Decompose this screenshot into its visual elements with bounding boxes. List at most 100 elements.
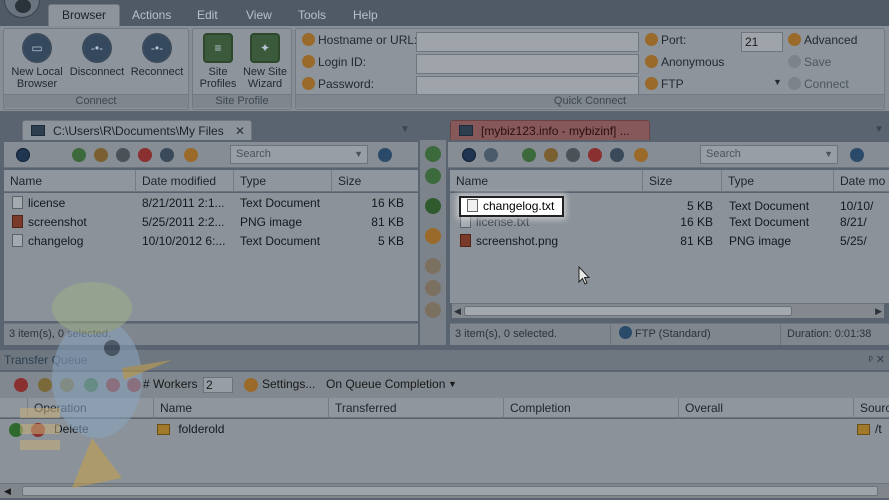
tab-actions[interactable]: Actions (124, 6, 179, 26)
refresh-icon[interactable] (522, 148, 536, 162)
pause-all-icon[interactable] (60, 378, 74, 392)
port-input[interactable]: 21 (741, 32, 783, 52)
save-icon (788, 55, 801, 68)
scroll-left-icon[interactable]: ◀ (454, 304, 461, 318)
workers-stepper[interactable]: 2 (203, 377, 233, 393)
local-file-list[interactable]: license 8/21/2011 2:1... Text Document 1… (4, 193, 418, 321)
back-icon[interactable] (16, 148, 30, 162)
tab-help[interactable]: Help (345, 6, 386, 26)
mouse-cursor-icon (578, 266, 590, 285)
list-item[interactable]: screenshot 5/25/2011 2:2... PNG image 81… (4, 213, 418, 232)
col-completion[interactable]: Completion (504, 398, 679, 418)
col-date-modified[interactable]: Date modified (136, 170, 234, 192)
reconnect-button[interactable]: -•- Reconnect (126, 33, 188, 78)
col-type[interactable]: Type (234, 170, 332, 192)
sync-icon[interactable] (425, 198, 441, 214)
site-profiles-button[interactable]: ≡ Site Profiles (196, 33, 240, 90)
col-size[interactable]: Size (332, 170, 418, 192)
hostname-label: Hostname or URL: (302, 33, 417, 53)
scroll-left-icon[interactable]: ◀ (4, 484, 11, 498)
site-profiles-icon: ≡ (203, 33, 233, 63)
close-icon[interactable]: ✕ (235, 121, 245, 141)
forward-icon[interactable] (484, 148, 498, 162)
filter-icon[interactable] (425, 280, 441, 296)
transfer-right-icon[interactable] (425, 146, 441, 162)
col-name[interactable]: Name (4, 170, 136, 192)
refresh-icon[interactable] (72, 148, 86, 162)
new-local-browser-button[interactable]: ▭ New Local Browser (8, 33, 66, 90)
remove-icon[interactable] (106, 378, 120, 392)
remote-horizontal-scrollbar[interactable]: ◀ ▶ (452, 303, 884, 318)
col-operation[interactable]: Operation (28, 398, 154, 418)
list-item[interactable]: changelog 10/10/2012 6:... Text Document… (4, 232, 418, 251)
remote-tab-chevron-down-icon[interactable]: ▼ (874, 124, 884, 135)
anonymous-checkbox[interactable]: Anonymous (645, 55, 724, 75)
upload-icon[interactable] (94, 148, 108, 162)
list-item[interactable]: screenshot.png 81 KB PNG image 5/25/ (450, 232, 889, 251)
remote-search-input[interactable]: Search ▼ (700, 145, 838, 164)
new-site-wizard-button[interactable]: ✦ New Site Wizard (239, 33, 291, 90)
stop-icon[interactable] (14, 378, 28, 392)
col-source[interactable]: Sourc (854, 398, 889, 418)
app-menu-button[interactable] (4, 0, 40, 18)
search-icon[interactable] (378, 148, 392, 162)
disconnect-button[interactable]: -•- Disconnect (66, 33, 128, 78)
start-icon[interactable] (84, 378, 98, 392)
settings-button[interactable]: Settings... (262, 377, 315, 391)
pin-icon[interactable]: ᵖ ✕ (869, 350, 885, 370)
save-button[interactable]: Save (788, 55, 831, 75)
file-date: 8/21/2011 2:1... (142, 196, 225, 210)
transfer-queue-list[interactable]: Delete folderold /t (0, 419, 889, 483)
col-transferred[interactable]: Transferred (329, 398, 504, 418)
view-options-icon[interactable] (184, 148, 198, 162)
tab-browser[interactable]: Browser (48, 4, 121, 26)
col-overall[interactable]: Overall (679, 398, 854, 418)
col-name[interactable]: Name (154, 398, 329, 418)
local-tab-chevron-down-icon[interactable]: ▼ (400, 124, 410, 135)
properties-icon[interactable] (160, 148, 174, 162)
connect-group: ▭ New Local Browser -•- Disconnect -•- R… (3, 28, 189, 110)
login-input[interactable] (416, 54, 639, 74)
info-icon[interactable] (425, 228, 441, 244)
file-type: Text Document (729, 215, 810, 229)
col-size[interactable]: Size (643, 170, 722, 192)
print-icon[interactable] (566, 148, 580, 162)
tab-view[interactable]: View (238, 6, 280, 26)
transfer-queue-scrollbar[interactable]: ◀ (0, 483, 889, 498)
list-item[interactable]: license 8/21/2011 2:1... Text Document 1… (4, 194, 418, 213)
remote-pane-tab[interactable]: [mybiz123.info - mybizinf] ... (450, 120, 650, 140)
tab-edit[interactable]: Edit (189, 6, 226, 26)
delete-icon[interactable] (138, 148, 152, 162)
password-label-text: Password: (318, 77, 375, 91)
port-icon (645, 33, 658, 46)
delete-icon[interactable] (588, 148, 602, 162)
advanced-button[interactable]: Advanced (788, 33, 857, 53)
globe-icon[interactable] (425, 302, 441, 318)
transfer-left-icon[interactable] (425, 168, 441, 184)
col-status[interactable] (0, 398, 28, 418)
table-row[interactable]: Delete folderold /t (0, 420, 889, 439)
file-size: 16 KB (371, 196, 404, 210)
col-type[interactable]: Type (722, 170, 834, 192)
local-pane-tab[interactable]: C:\Users\R\Documents\My Files ✕ (22, 120, 252, 140)
tab-tools[interactable]: Tools (290, 6, 334, 26)
col-name[interactable]: Name (450, 170, 643, 192)
search-icon[interactable] (850, 148, 864, 162)
scroll-thumb[interactable] (464, 306, 792, 316)
properties-icon[interactable] (610, 148, 624, 162)
col-date-modified[interactable]: Date mo (834, 170, 889, 192)
password-input[interactable] (416, 76, 639, 96)
back-icon[interactable] (462, 148, 476, 162)
anonymous-label: Anonymous (661, 55, 725, 69)
compare-icon[interactable] (425, 258, 441, 274)
pause-icon[interactable] (38, 378, 52, 392)
download-icon[interactable] (544, 148, 558, 162)
on-queue-completion-dropdown[interactable]: On Queue Completion (326, 377, 445, 391)
view-options-icon[interactable] (634, 148, 648, 162)
print-icon[interactable] (116, 148, 130, 162)
local-search-input[interactable]: Search ▼ (230, 145, 368, 164)
hostname-input[interactable] (416, 32, 639, 52)
scroll-thumb[interactable] (22, 486, 878, 496)
scroll-right-icon[interactable]: ▶ (875, 304, 882, 318)
highlighted-file-changelog[interactable]: changelog.txt (459, 196, 564, 217)
